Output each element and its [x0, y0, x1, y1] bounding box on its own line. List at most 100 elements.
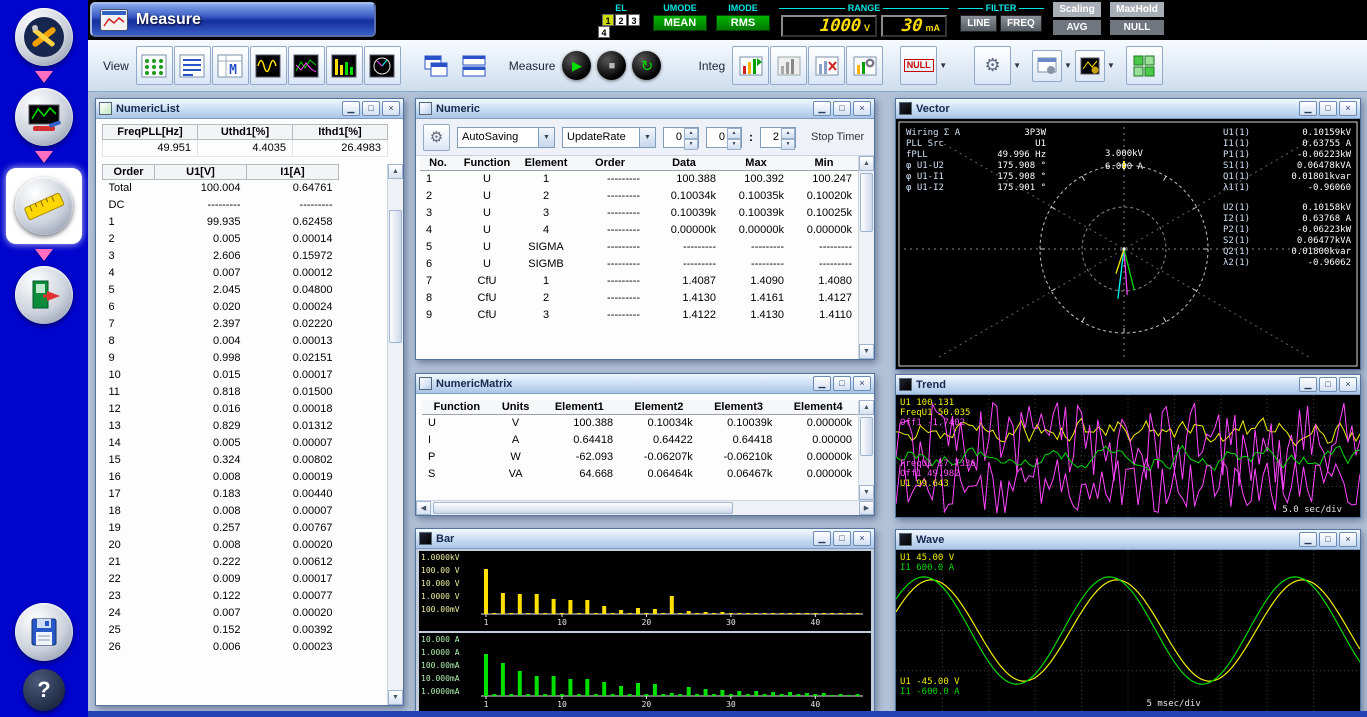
close-button[interactable]: × [853, 531, 871, 546]
null-caret-icon[interactable]: ▼ [939, 61, 947, 70]
timer-minutes-spinner[interactable]: 0 ▲▼ [706, 127, 742, 148]
timer-hours-spinner[interactable]: 0 ▲▼ [663, 127, 699, 148]
close-button[interactable]: × [1339, 101, 1357, 116]
spin-up-icon[interactable]: ▲ [727, 128, 741, 139]
maximize-button[interactable]: □ [1319, 377, 1337, 392]
spin-down-icon[interactable]: ▼ [781, 139, 795, 150]
scroll-left-icon[interactable]: ◀ [416, 501, 431, 515]
scroll-right-icon[interactable]: ▶ [859, 501, 874, 515]
scroll-down-icon[interactable]: ▼ [859, 344, 874, 359]
timer-seconds-spinner[interactable]: 2 ▲▼ [760, 127, 796, 148]
display-config-button[interactable] [1032, 50, 1062, 82]
minimize-button[interactable]: ▁ [1299, 377, 1317, 392]
vertical-scrollbar[interactable]: ▲ ▼ [858, 400, 874, 500]
measure-stop-button[interactable]: ■ [597, 51, 626, 80]
settings-button[interactable]: ⚙ [974, 46, 1011, 85]
wave-window-icon [899, 533, 912, 546]
spin-down-icon[interactable]: ▼ [727, 139, 741, 150]
settings-caret-icon[interactable]: ▼ [1013, 61, 1021, 70]
maximize-button[interactable]: □ [362, 101, 380, 116]
maximize-button[interactable]: □ [833, 531, 851, 546]
wave-titlebar[interactable]: Wave ▁ □ × [896, 530, 1360, 550]
view-matrix-button[interactable]: M [212, 46, 249, 85]
numeric-titlebar[interactable]: Numeric ▁ □ × [416, 99, 874, 119]
scrollbar-thumb[interactable] [860, 173, 873, 232]
trend-titlebar[interactable]: Trend ▁ □ × [896, 375, 1360, 395]
spin-down-icon[interactable]: ▼ [684, 139, 698, 150]
integ-stop-button[interactable] [770, 46, 807, 85]
scroll-down-icon[interactable]: ▼ [388, 690, 403, 705]
scrollbar-thumb[interactable] [389, 210, 402, 343]
scroll-up-icon[interactable]: ▲ [388, 164, 403, 179]
vector-titlebar[interactable]: Vector ▁ □ × [896, 99, 1360, 119]
minimize-button[interactable]: ▁ [813, 531, 831, 546]
vertical-scrollbar[interactable]: ▲ ▼ [387, 164, 403, 705]
view-numericlist-button[interactable] [136, 46, 173, 85]
export-button[interactable] [1126, 46, 1163, 85]
close-button[interactable]: × [853, 376, 871, 391]
sidebar-measure-button[interactable] [6, 168, 82, 244]
tile-windows-button[interactable] [456, 46, 493, 85]
horizontal-scrollbar[interactable]: ◀ ▶ [416, 500, 874, 515]
close-button[interactable]: × [1339, 532, 1357, 547]
spin-up-icon[interactable]: ▲ [684, 128, 698, 139]
numericlist-titlebar[interactable]: NumericList ▁ □ × [96, 99, 403, 119]
maximize-button[interactable]: □ [1319, 101, 1337, 116]
display-config-caret-icon[interactable]: ▼ [1064, 61, 1072, 70]
minimize-button[interactable]: ▁ [813, 101, 831, 116]
view-bar-button[interactable] [326, 46, 363, 85]
column-header: Units [492, 400, 540, 415]
view-vector-button[interactable] [364, 46, 401, 85]
numeric-table: No.FunctionElementOrderDataMaxMin1U1----… [416, 156, 858, 359]
minimize-button[interactable]: ▁ [813, 376, 831, 391]
sidebar-exit-button[interactable] [15, 266, 73, 324]
close-button[interactable]: × [382, 101, 400, 116]
scroll-down-icon[interactable]: ▼ [859, 485, 874, 500]
readout-row: U2(1)0.10158kV [1223, 203, 1351, 214]
sidebar-save-button[interactable] [15, 603, 73, 661]
sidebar-display-settings-button[interactable] [15, 88, 73, 146]
close-button[interactable]: × [853, 101, 871, 116]
minimize-button[interactable]: ▁ [1299, 101, 1317, 116]
cascade-windows-button[interactable] [418, 46, 455, 85]
spin-up-icon[interactable]: ▲ [781, 128, 795, 139]
view-numeric-button[interactable] [174, 46, 211, 85]
maximize-button[interactable]: □ [1319, 532, 1337, 547]
freq-filter-button[interactable]: FREQ [1000, 15, 1042, 32]
scaling-toggle[interactable]: Scaling [1053, 2, 1101, 17]
view-wave-button[interactable] [250, 46, 287, 85]
autosaving-dropdown[interactable]: AutoSaving ▼ [457, 127, 555, 148]
el-indicator: 4 [598, 26, 610, 38]
maxhold-toggle[interactable]: MaxHold [1110, 2, 1164, 17]
view-trend-button[interactable] [288, 46, 325, 85]
sidebar-help-button[interactable]: ? [23, 669, 65, 711]
maximize-button[interactable]: □ [833, 376, 851, 391]
maximize-button[interactable]: □ [833, 101, 851, 116]
chart-config-button[interactable] [1075, 50, 1105, 82]
scroll-up-icon[interactable]: ▲ [859, 400, 874, 415]
sidebar-setup-button[interactable] [15, 8, 73, 66]
close-button[interactable]: × [1339, 377, 1357, 392]
scrollbar-thumb[interactable] [433, 502, 733, 514]
updaterate-dropdown[interactable]: UpdateRate ▼ [562, 127, 656, 148]
measure-start-button[interactable]: ▶ [562, 51, 591, 80]
avg-toggle[interactable]: AVG [1053, 20, 1101, 35]
bar-titlebar[interactable]: Bar ▁ □ × [416, 529, 874, 549]
chart-config-caret-icon[interactable]: ▼ [1107, 61, 1115, 70]
line-filter-button[interactable]: LINE [960, 15, 997, 32]
numericmatrix-titlebar[interactable]: NumericMatrix ▁ □ × [416, 374, 874, 394]
scrollbar-thumb[interactable] [860, 417, 873, 456]
column-header: Element1 [539, 400, 619, 415]
vector-window-icon [899, 102, 912, 115]
numeric-settings-button[interactable]: ⚙ [423, 124, 450, 151]
vertical-scrollbar[interactable]: ▲ ▼ [858, 156, 874, 359]
null-button[interactable]: NULL [900, 46, 937, 85]
integ-reset-button[interactable] [808, 46, 845, 85]
null-toggle[interactable]: NULL [1110, 20, 1164, 35]
minimize-button[interactable]: ▁ [1299, 532, 1317, 547]
scroll-up-icon[interactable]: ▲ [859, 156, 874, 171]
measure-update-button[interactable]: ↻ [632, 51, 661, 80]
integ-start-button[interactable] [732, 46, 769, 85]
integ-settings-button[interactable] [846, 46, 883, 85]
minimize-button[interactable]: ▁ [342, 101, 360, 116]
